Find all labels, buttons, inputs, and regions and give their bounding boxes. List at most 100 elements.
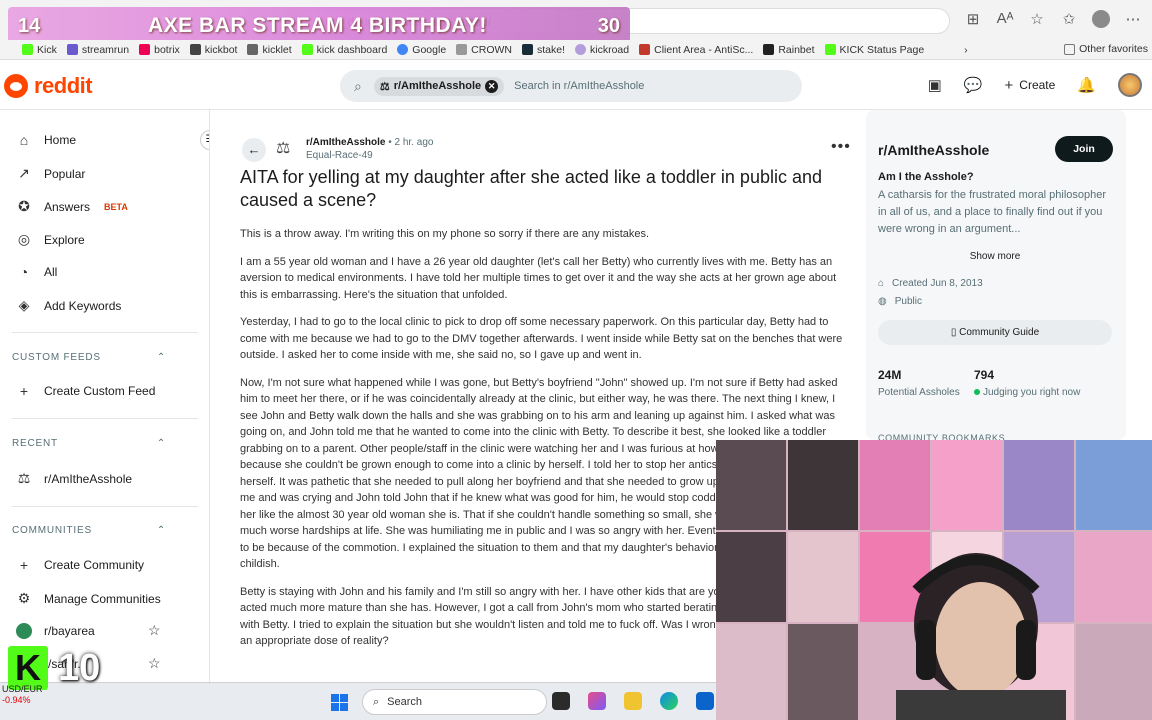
gear-icon: ⚙ <box>17 590 31 606</box>
chat-icon[interactable]: 💬 <box>964 76 983 94</box>
recent-heading[interactable]: RECENT ⌃ <box>12 438 166 449</box>
back-arrow-icon[interactable]: ← <box>242 138 266 162</box>
bayarea-avatar <box>16 623 32 639</box>
apps-icon[interactable]: ⊞ <box>964 10 982 32</box>
bookmark-kick-status[interactable]: KICK Status Page <box>824 44 924 56</box>
bookmark-kick-dashboard[interactable]: kick dashboard <box>301 44 387 56</box>
favorite-star-icon[interactable]: ☆ <box>148 655 161 672</box>
custom-feeds-heading[interactable]: CUSTOM FEEDS ⌃ <box>12 352 166 363</box>
community-visibility: ◍ Public <box>878 296 922 307</box>
online-stat: 794 Judging you right now <box>974 368 1081 398</box>
members-stat: 24M Potential Assholes <box>878 368 960 398</box>
notification-bell-icon[interactable]: 🔔 <box>1077 76 1096 94</box>
communities-heading[interactable]: COMMUNITIES ⌃ <box>12 525 166 536</box>
search-input[interactable]: Search in r/AmItheAsshole <box>514 80 644 92</box>
close-icon[interactable]: ✕ <box>485 79 499 93</box>
search-icon: ⌕ <box>354 77 362 94</box>
post-subreddit-link[interactable]: r/AmItheAsshole <box>306 137 385 148</box>
bookmark-streamrun[interactable]: streamrun <box>66 44 129 56</box>
profile-icon[interactable] <box>1092 10 1110 32</box>
favorite-star-icon[interactable]: ☆ <box>148 622 161 639</box>
bookmark-botrix[interactable]: botrix <box>139 44 180 56</box>
plus-icon: + <box>19 383 29 399</box>
sidebar-item-add-keywords[interactable]: ◈ Add Keywords <box>16 297 122 314</box>
favorite-star-icon[interactable]: ☆ <box>1028 10 1046 32</box>
bookmark-kicklet[interactable]: kicklet <box>247 44 292 56</box>
show-more-button[interactable]: Show more <box>866 251 1124 262</box>
webcam-overlay <box>716 440 1152 720</box>
bookmark-kick[interactable]: Kick <box>22 44 57 56</box>
left-sidebar: ☰ ⌂Home ↗Popular ✪AnswersBETA ◎Explore ◔… <box>0 110 210 720</box>
banner-left-number: 14 <box>18 14 41 37</box>
bookmark-kickroad[interactable]: kickroad <box>575 44 629 56</box>
community-name[interactable]: r/AmItheAsshole <box>878 142 989 158</box>
all-icon: ◔ <box>19 264 29 280</box>
sidebar-collapse-icon[interactable]: ☰ <box>200 130 209 150</box>
advertise-icon[interactable]: ▣ <box>928 76 942 94</box>
beta-badge: BETA <box>104 201 128 212</box>
taskbar-search[interactable]: ⌕ Search <box>362 689 547 715</box>
store-icon[interactable] <box>696 692 714 710</box>
post-paragraph: Yesterday, I had to go to the local clin… <box>240 316 843 361</box>
favorites-icon[interactable]: ✩ <box>1060 10 1078 32</box>
home-icon: ⌂ <box>19 132 29 148</box>
bookmark-client-area[interactable]: Client Area - AntiSc... <box>639 44 753 56</box>
online-dot-icon <box>974 389 980 395</box>
post-options-icon[interactable]: ••• <box>831 138 851 156</box>
subreddit-icon: ⚖ <box>379 80 390 93</box>
bookmarks-bar: Kick streamrun botrix kickbot kicklet ki… <box>0 40 1152 60</box>
community-title: Am I the Asshole? <box>878 171 974 183</box>
create-custom-feed[interactable]: + Create Custom Feed <box>16 383 155 399</box>
sidebar-item-all[interactable]: ◔ All <box>16 264 58 280</box>
kick-counter-number: 10 <box>58 646 101 689</box>
community-bayarea[interactable]: r/bayarea <box>16 623 95 639</box>
post-title: AITA for yelling at my daughter after sh… <box>240 167 822 210</box>
subreddit-icon: ⚖ <box>276 140 291 157</box>
copilot-icon[interactable] <box>588 692 606 710</box>
sidebar-item-popular[interactable]: ↗ Popular <box>16 165 85 182</box>
bookmark-kickbot[interactable]: kickbot <box>189 44 237 56</box>
ticker-pair: USD/EUR <box>2 684 43 694</box>
bookmark-stake[interactable]: stake! <box>521 44 565 56</box>
plus-icon: + <box>19 557 29 573</box>
chevron-right-icon[interactable]: › <box>964 44 968 56</box>
divider <box>12 332 198 333</box>
search-bar[interactable]: ⌕ ⚖ r/AmItheAsshole ✕ Search in r/AmIthe… <box>340 70 802 102</box>
cake-icon: ⌂ <box>878 278 885 289</box>
post-author[interactable]: Equal-Race-49 <box>306 150 433 161</box>
search-subreddit-chip[interactable]: ⚖ r/AmItheAsshole ✕ <box>373 76 505 96</box>
create-community[interactable]: + Create Community <box>16 557 144 573</box>
bookmark-google[interactable]: Google <box>397 44 446 56</box>
manage-communities[interactable]: ⚙ Manage Communities <box>16 590 161 607</box>
post-paragraph: I am a 55 year old woman and I have a 26… <box>240 255 837 301</box>
sidebar-item-home[interactable]: ⌂ Home <box>16 132 76 148</box>
reddit-logo[interactable]: reddit <box>4 73 93 99</box>
bookmark-rainbet[interactable]: Rainbet <box>763 44 815 56</box>
chevron-up-icon: ⌃ <box>156 352 166 363</box>
chevron-up-icon: ⌃ <box>156 438 166 449</box>
bookmark-crown[interactable]: CROWN <box>456 44 512 56</box>
post-paragraph: This is a throw away. I'm writing this o… <box>240 228 650 240</box>
edge-browser-icon[interactable] <box>660 692 678 710</box>
reddit-snoo-icon <box>4 74 28 98</box>
user-avatar[interactable] <box>1118 73 1142 97</box>
currency-ticker[interactable]: USD/EUR -0.94% <box>2 684 43 706</box>
more-options-icon[interactable]: ⋯ <box>1124 10 1142 32</box>
other-favorites[interactable]: Other favorites <box>1064 43 1148 55</box>
task-view-icon[interactable] <box>552 692 570 710</box>
read-aloud-icon[interactable]: Aᴬ <box>996 10 1014 32</box>
file-explorer-icon[interactable] <box>624 692 642 710</box>
recent-item-amitheasshole[interactable]: ⚖ r/AmItheAsshole <box>16 470 132 487</box>
windows-start-icon[interactable] <box>331 694 348 711</box>
join-button[interactable]: Join <box>1055 136 1113 162</box>
ticker-change: -0.94% <box>2 695 31 705</box>
divider <box>12 506 198 507</box>
sidebar-item-explore[interactable]: ◎ Explore <box>16 231 85 248</box>
community-guide-button[interactable]: ▯ Community Guide <box>878 320 1112 345</box>
banner-right-number: 30 <box>597 14 620 37</box>
reddit-header: reddit ⌕ ⚖ r/AmItheAsshole ✕ Search in r… <box>0 61 1152 110</box>
post-time: 2 hr. ago <box>394 137 434 148</box>
sidebar-item-answers[interactable]: ✪ Answers BETA <box>16 198 128 215</box>
plus-icon: + <box>1004 76 1014 94</box>
create-button[interactable]: + Create <box>1005 77 1056 94</box>
